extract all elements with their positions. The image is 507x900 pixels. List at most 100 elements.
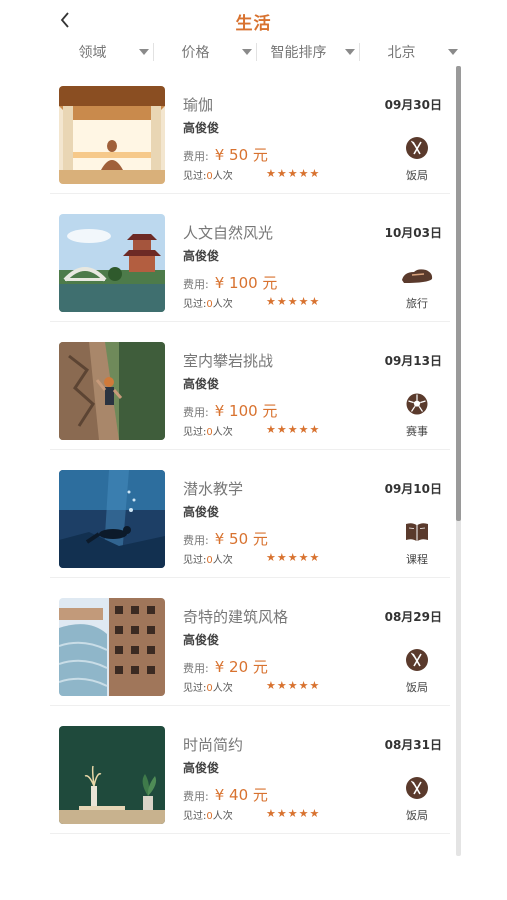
filter-domain[interactable]: 领域	[50, 38, 153, 66]
item-fee: 费用: ¥ 20 元	[183, 656, 268, 677]
item-author: 高俊俊	[183, 633, 220, 647]
fee-value: ¥ 100 元	[214, 274, 278, 292]
thumbnail-image	[59, 470, 165, 568]
header: 生活	[0, 0, 507, 40]
item-title: 时尚简约	[183, 736, 244, 754]
item-date: 09月13日	[384, 354, 442, 368]
seen-prefix: 见过:	[183, 683, 207, 694]
item-title: 瑜伽	[183, 96, 214, 114]
item-seen: 见过:0人次	[183, 807, 233, 822]
filter-label: 智能排序	[270, 45, 327, 61]
item-author: 高俊俊	[183, 377, 220, 391]
activity-list: 瑜伽 高俊俊 费用: ¥ 50 元 见过:0人次 ★★★★★ 09月30日 饭局	[50, 66, 450, 834]
book-icon	[405, 520, 429, 544]
list-item[interactable]: 人文自然风光 高俊俊 费用: ¥ 100 元 见过:0人次 ★★★★★ 10月0…	[50, 194, 450, 322]
item-date: 08月29日	[384, 610, 442, 624]
item-title: 室内攀岩挑战	[183, 352, 274, 370]
seen-prefix: 见过:	[183, 171, 207, 182]
fork-knife-icon	[405, 776, 429, 800]
list-item[interactable]: 奇特的建筑风格 高俊俊 费用: ¥ 20 元 见过:0人次 ★★★★★ 08月2…	[50, 578, 450, 706]
seen-prefix: 见过:	[183, 299, 207, 310]
fork-knife-icon	[405, 136, 429, 160]
thumbnail-image	[59, 342, 165, 440]
item-author: 高俊俊	[183, 761, 220, 775]
caret-down-icon	[242, 49, 252, 55]
item-seen: 见过:0人次	[183, 295, 233, 310]
item-seen: 见过:0人次	[183, 551, 233, 566]
item-title: 潜水教学	[183, 480, 244, 498]
list-item[interactable]: 瑜伽 高俊俊 费用: ¥ 50 元 见过:0人次 ★★★★★ 09月30日 饭局	[50, 66, 450, 194]
list-item[interactable]: 室内攀岩挑战 高俊俊 费用: ¥ 100 元 见过:0人次 ★★★★★ 09月1…	[50, 322, 450, 450]
filter-label: 价格	[181, 45, 210, 61]
fee-label: 费用:	[183, 406, 209, 419]
star-rating: ★★★★★	[266, 423, 321, 436]
thumbnail-image	[59, 598, 165, 696]
filter-price[interactable]: 价格	[153, 38, 256, 66]
caret-down-icon	[139, 49, 149, 55]
fee-value: ¥ 20 元	[214, 658, 268, 676]
item-date: 09月10日	[384, 482, 442, 496]
seen-suffix: 人次	[212, 171, 233, 182]
fee-value: ¥ 100 元	[214, 402, 278, 420]
fee-label: 费用:	[183, 790, 209, 803]
list-item[interactable]: 潜水教学 高俊俊 费用: ¥ 50 元 见过:0人次 ★★★★★ 09月10日 …	[50, 450, 450, 578]
fee-value: ¥ 40 元	[214, 786, 268, 804]
fee-label: 费用:	[183, 662, 209, 675]
item-fee: 费用: ¥ 100 元	[183, 272, 277, 293]
caret-down-icon	[448, 49, 458, 55]
category-label: 赛事	[406, 425, 428, 438]
seen-prefix: 见过:	[183, 427, 207, 438]
star-rating: ★★★★★	[266, 807, 321, 820]
star-rating: ★★★★★	[266, 679, 321, 692]
item-date: 10月03日	[384, 226, 442, 240]
item-seen: 见过:0人次	[183, 423, 233, 438]
thumbnail-image	[59, 86, 165, 184]
item-fee: 费用: ¥ 100 元	[183, 400, 277, 421]
category-label: 饭局	[406, 681, 428, 694]
fee-label: 费用:	[183, 150, 209, 163]
seen-prefix: 见过:	[183, 811, 207, 822]
star-rating: ★★★★★	[266, 551, 321, 564]
filter-bar: 领域 价格 智能排序 北京	[50, 38, 462, 66]
item-seen: 见过:0人次	[183, 167, 233, 182]
fee-value: ¥ 50 元	[214, 146, 268, 164]
item-title: 奇特的建筑风格	[183, 608, 289, 626]
fork-knife-icon	[405, 648, 429, 672]
shoe-icon	[400, 264, 434, 288]
item-fee: 费用: ¥ 40 元	[183, 784, 268, 805]
filter-sort[interactable]: 智能排序	[256, 38, 359, 66]
seen-suffix: 人次	[212, 683, 233, 694]
seen-prefix: 见过:	[183, 555, 207, 566]
filter-label: 领域	[78, 45, 107, 61]
category-label: 旅行	[406, 297, 428, 310]
item-fee: 费用: ¥ 50 元	[183, 528, 268, 549]
thumbnail-image	[59, 214, 165, 312]
list-item[interactable]: 时尚简约 高俊俊 费用: ¥ 40 元 见过:0人次 ★★★★★ 08月31日 …	[50, 706, 450, 834]
scrollbar-thumb[interactable]	[456, 66, 461, 521]
seen-suffix: 人次	[212, 555, 233, 566]
filter-label: 北京	[387, 45, 416, 61]
fee-value: ¥ 50 元	[214, 530, 268, 548]
item-author: 高俊俊	[183, 121, 220, 135]
fee-label: 费用:	[183, 534, 209, 547]
item-author: 高俊俊	[183, 249, 220, 263]
category-label: 饭局	[406, 169, 428, 182]
item-fee: 费用: ¥ 50 元	[183, 144, 268, 165]
item-seen: 见过:0人次	[183, 679, 233, 694]
seen-suffix: 人次	[212, 427, 233, 438]
thumbnail-image	[59, 726, 165, 824]
item-title: 人文自然风光	[183, 224, 274, 242]
category-label: 饭局	[406, 809, 428, 822]
item-author: 高俊俊	[183, 505, 220, 519]
item-date: 09月30日	[384, 98, 442, 112]
page-title: 生活	[235, 14, 272, 34]
filter-city[interactable]: 北京	[359, 38, 462, 66]
star-rating: ★★★★★	[266, 295, 321, 308]
soccer-ball-icon	[405, 392, 429, 416]
seen-suffix: 人次	[212, 299, 233, 310]
fee-label: 费用:	[183, 278, 209, 291]
seen-suffix: 人次	[212, 811, 233, 822]
star-rating: ★★★★★	[266, 167, 321, 180]
category-label: 课程	[406, 553, 428, 566]
caret-down-icon	[345, 49, 355, 55]
